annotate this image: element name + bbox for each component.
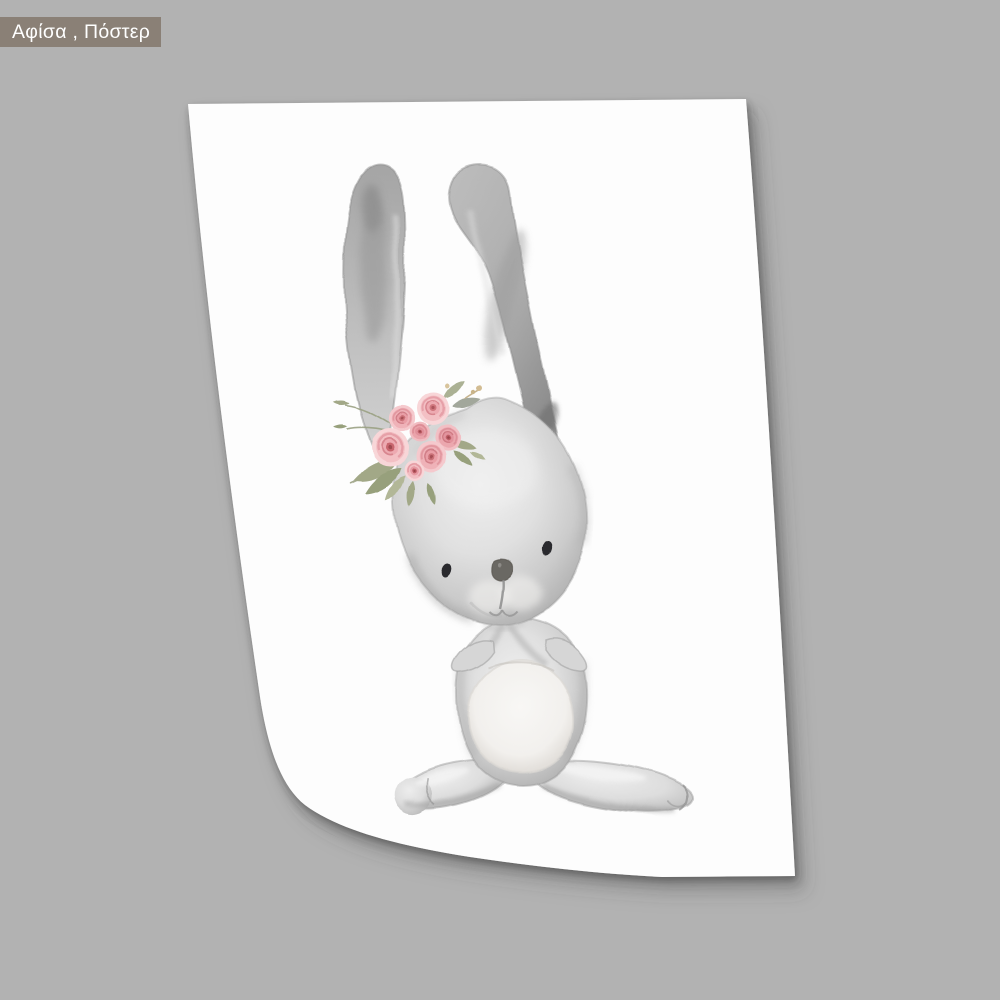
flower-bud [477,385,483,391]
rose [371,429,409,467]
category-badge: Αφίσα , Πόστερ [0,17,161,47]
rose [404,460,424,480]
rose [417,393,449,425]
flower-bud [445,384,450,389]
bunny-nose [491,561,513,581]
category-badge-label: Αφίσα , Πόστερ [12,21,150,43]
rose [410,422,430,442]
flower-bud [472,390,476,394]
bunny-belly [468,660,573,772]
poster-mockup-scene: Αφίσα , Πόστερ [0,0,1000,1000]
poster-mockup-svg [0,0,1000,1000]
